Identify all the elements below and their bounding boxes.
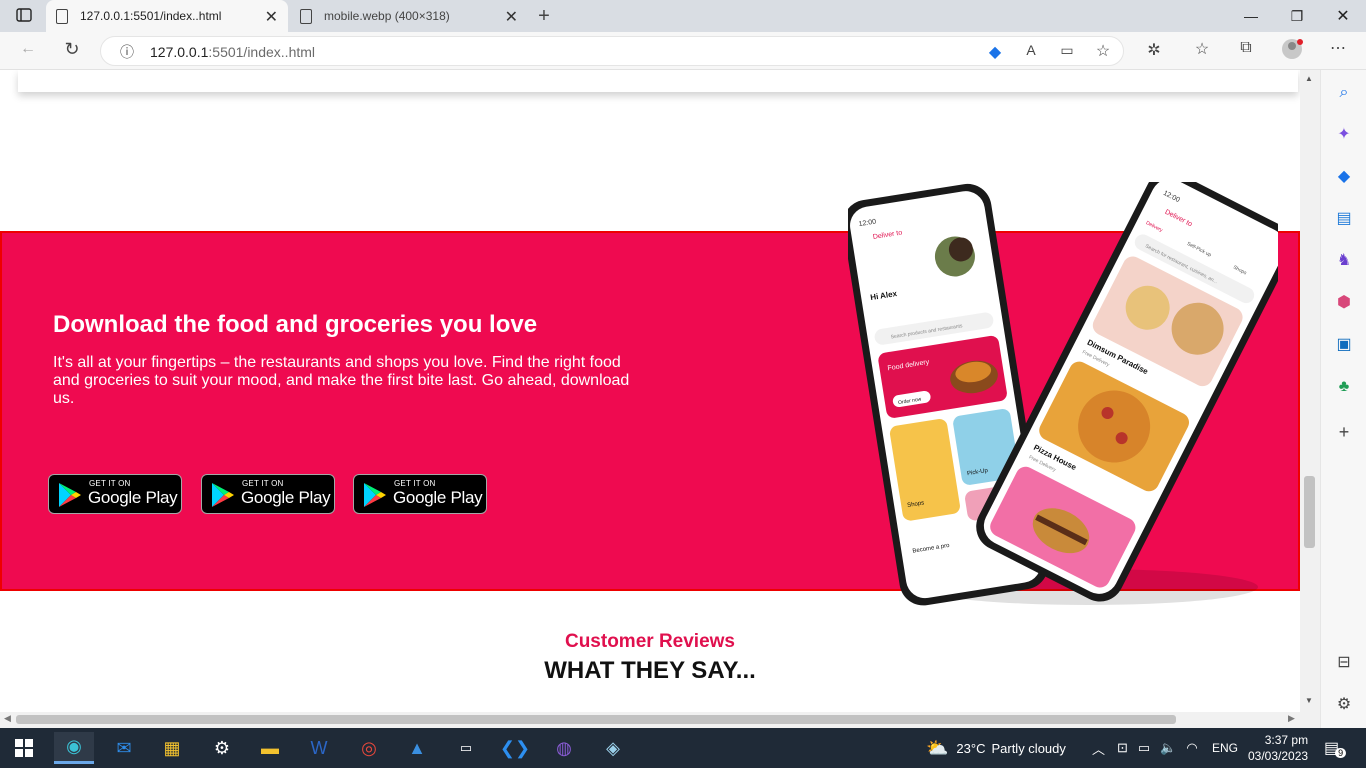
mail-icon[interactable]: ✉: [104, 732, 144, 764]
weather-desc: Partly cloudy: [991, 740, 1066, 756]
reviews-title: WHAT THEY SAY...: [544, 657, 756, 684]
refresh-icon[interactable]: ↻: [60, 39, 84, 60]
tree-icon[interactable]: ♣: [1332, 375, 1356, 399]
scroll-left-icon[interactable]: ◀: [4, 713, 11, 724]
button-caption: GET IT ON: [242, 479, 284, 488]
search-icon[interactable]: ⌕: [1332, 81, 1356, 105]
edge-sidebar: ⌕ ✦ ◆ ▤ ♞ ⬢ ▣ ♣ + ⊟ ⚙: [1320, 70, 1366, 728]
github-icon[interactable]: ◍: [544, 732, 584, 764]
copilot-icon[interactable]: ✦: [1332, 123, 1356, 147]
battery-icon[interactable]: ▭: [1138, 740, 1150, 756]
minimize-button[interactable]: —: [1228, 0, 1274, 32]
navbar-bottom: [18, 70, 1298, 92]
settings-taskbar-icon[interactable]: ⚙: [202, 732, 242, 764]
start-icon[interactable]: [4, 732, 44, 764]
banner-text: It's all at your fingertips – the restau…: [53, 354, 630, 407]
wifi-icon[interactable]: ◠: [1186, 740, 1197, 756]
weather-temp: 23°C: [956, 740, 986, 756]
settings-icon[interactable]: ⚙: [1332, 693, 1356, 717]
terminal-icon[interactable]: ▭: [446, 732, 486, 764]
coupon-icon[interactable]: ◆: [983, 42, 1007, 62]
page-viewport: Download the food and groceries you love…: [0, 70, 1300, 712]
google-play-button[interactable]: GET IT ON Google Play: [48, 474, 182, 514]
favorite-star-icon[interactable]: ☆: [1091, 41, 1115, 61]
clock[interactable]: 3:37 pm 03/03/2023: [1248, 728, 1308, 768]
scroll-thumb[interactable]: [16, 715, 1176, 724]
new-tab-icon[interactable]: +: [532, 5, 556, 28]
collections-icon[interactable]: ⧉: [1234, 39, 1258, 57]
address-bar[interactable]: ⓘ 127.0.0.1:5501/index..html ◆ A ▭ ☆: [100, 36, 1124, 66]
chrome-icon[interactable]: ◎: [349, 732, 389, 764]
scroll-up-icon[interactable]: ▲: [1305, 74, 1313, 83]
horizontal-scrollbar[interactable]: ◀ ▶: [0, 712, 1320, 728]
button-caption: GET IT ON: [394, 479, 436, 488]
banner-heading: Download the food and groceries you love: [53, 311, 538, 338]
tab-index[interactable]: 127.0.0.1:5501/index..html ✕: [46, 0, 288, 32]
office-icon[interactable]: ⬢: [1332, 291, 1356, 315]
notepad-icon[interactable]: ◈: [593, 732, 633, 764]
info-icon[interactable]: ⓘ: [115, 42, 139, 62]
outlook-icon[interactable]: ▣: [1332, 333, 1356, 357]
read-aloud-icon[interactable]: A: [1019, 42, 1043, 58]
page-icon: [300, 8, 312, 24]
tab-title: mobile.webp (400×318): [324, 9, 450, 23]
tab-strip: 127.0.0.1:5501/index..html ✕ mobile.webp…: [0, 0, 1366, 32]
clock-time: 3:37 pm: [1264, 733, 1309, 747]
chevron-up-icon[interactable]: ︿: [1092, 739, 1105, 758]
taskbar: ◉ ✉ ▦ ⚙ ▬ W ◎ ▲ ▭ ❮❯ ◍ ◈ ⛅ 23°C Partly c…: [0, 728, 1366, 768]
google-play-button[interactable]: GET IT ON Google Play: [353, 474, 487, 514]
button-caption: GET IT ON: [89, 479, 131, 488]
file-explorer-icon[interactable]: ▬: [250, 732, 290, 764]
scroll-thumb[interactable]: [1304, 476, 1315, 548]
photos-icon[interactable]: ▲: [397, 732, 437, 764]
network-device-icon[interactable]: ⊡: [1117, 740, 1128, 756]
phones-illustration: 12:00 Deliver to Hi Alex Search products…: [848, 182, 1278, 606]
google-play-icon: [364, 483, 386, 507]
google-play-icon: [59, 483, 81, 507]
profile-avatar[interactable]: [1280, 38, 1304, 65]
tools-icon[interactable]: ▤: [1332, 207, 1356, 231]
hide-sidebar-icon[interactable]: ⊟: [1332, 651, 1356, 675]
vscode-icon[interactable]: ❮❯: [495, 732, 535, 764]
immersive-reader-icon[interactable]: ▭: [1055, 42, 1079, 59]
scroll-right-icon[interactable]: ▶: [1288, 713, 1295, 724]
clock-date: 03/03/2023: [1248, 749, 1309, 763]
browser-toolbar: ← ↻ ⓘ 127.0.0.1:5501/index..html ◆ A ▭ ☆…: [0, 32, 1366, 70]
vertical-scrollbar[interactable]: ▲ ▼: [1300, 70, 1320, 712]
url-text: 127.0.0.1:5501/index..html: [150, 44, 316, 60]
restore-button[interactable]: ❐: [1274, 0, 1320, 32]
page-icon: [56, 8, 68, 24]
tab-actions-icon[interactable]: [12, 7, 36, 28]
button-label: Google Play: [88, 488, 178, 507]
word-icon[interactable]: W: [299, 732, 339, 764]
weather-icon: ⛅: [926, 737, 949, 758]
store-icon[interactable]: ▦: [152, 732, 192, 764]
settings-more-icon[interactable]: ⋯: [1326, 38, 1350, 58]
extensions-icon[interactable]: ✲: [1142, 40, 1166, 60]
close-tab-icon[interactable]: ✕: [505, 7, 518, 27]
add-icon[interactable]: +: [1332, 420, 1356, 444]
reviews-subtitle: Customer Reviews: [564, 631, 735, 652]
notification-center[interactable]: ▤ 9: [1324, 728, 1347, 768]
shopping-icon[interactable]: ◆: [1332, 165, 1356, 189]
favorites-icon[interactable]: ☆: [1190, 39, 1214, 59]
close-window-button[interactable]: ✕: [1320, 0, 1366, 32]
close-tab-icon[interactable]: ✕: [265, 7, 278, 27]
button-label: Google Play: [393, 488, 483, 507]
weather-widget[interactable]: ⛅ 23°C Partly cloudy: [926, 728, 1066, 768]
tab-title: 127.0.0.1:5501/index..html: [80, 9, 222, 23]
language-indicator[interactable]: ENG: [1212, 728, 1238, 768]
tab-mobile-webp[interactable]: mobile.webp (400×318) ✕: [288, 0, 528, 32]
back-icon[interactable]: ←: [16, 40, 40, 58]
games-icon[interactable]: ♞: [1332, 249, 1356, 273]
volume-icon[interactable]: 🔈: [1160, 740, 1176, 756]
google-play-button[interactable]: GET IT ON Google Play: [201, 474, 335, 514]
google-play-icon: [212, 483, 234, 507]
tray-icons: ︿ ⊡ ▭ 🔈 ◠: [1092, 728, 1198, 768]
edge-taskbar-icon[interactable]: ◉: [54, 732, 94, 764]
scroll-down-icon[interactable]: ▼: [1305, 696, 1313, 705]
notification-count: 9: [1335, 748, 1347, 758]
button-label: Google Play: [241, 488, 331, 507]
